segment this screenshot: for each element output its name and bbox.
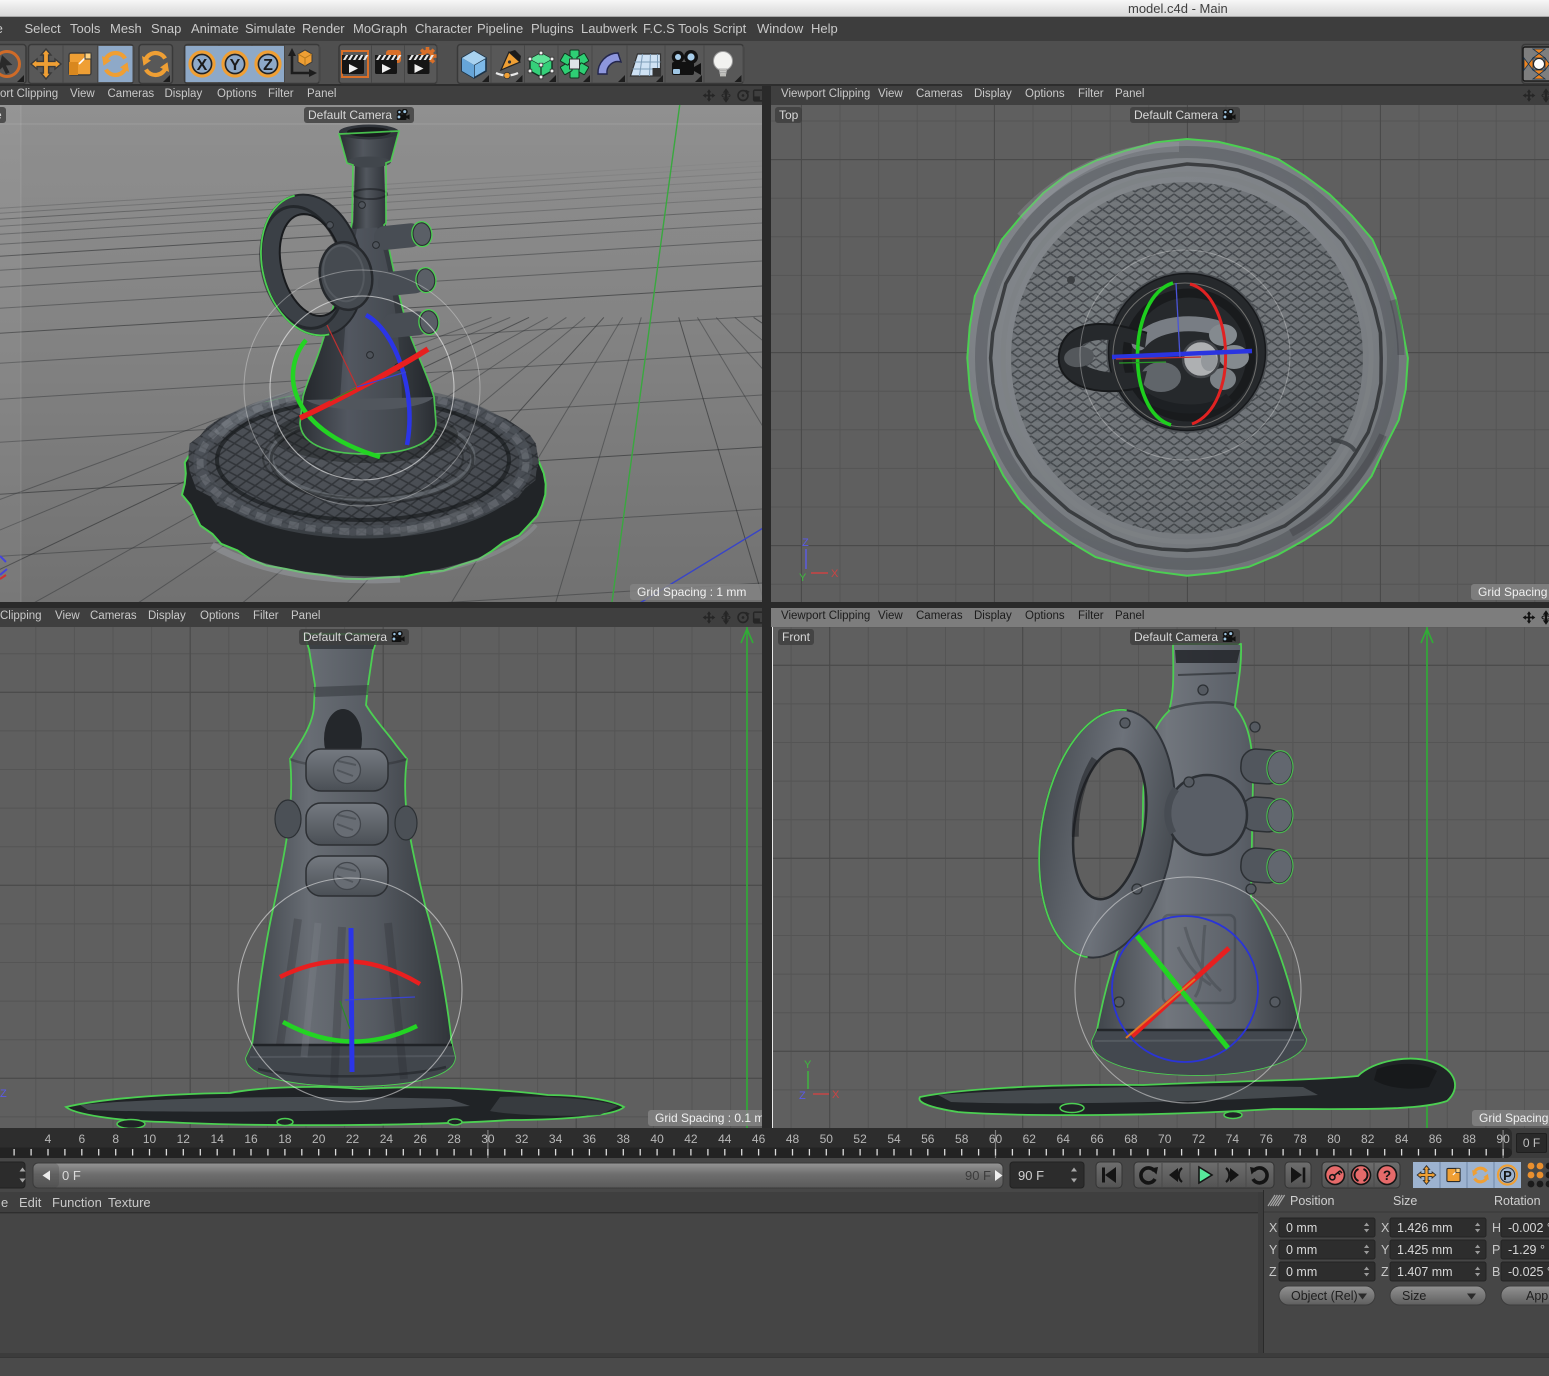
svg-text:70: 70 [1158,1132,1172,1146]
svg-text:Y: Y [1381,1243,1390,1257]
svg-text:36: 36 [583,1132,597,1146]
svg-text:58: 58 [955,1132,969,1146]
svg-text:90 F: 90 F [965,1168,991,1183]
svg-text:Z: Z [0,1088,7,1100]
svg-text:66: 66 [1090,1132,1104,1146]
svg-text:88: 88 [1463,1132,1477,1146]
svg-text:26: 26 [414,1132,428,1146]
svg-text:44: 44 [718,1132,732,1146]
svg-text:32: 32 [515,1132,529,1146]
svg-text:78: 78 [1293,1132,1307,1146]
svg-text:B: B [1492,1265,1500,1279]
svg-text:20: 20 [312,1132,326,1146]
svg-text:Y: Y [230,57,241,74]
svg-text:74: 74 [1226,1132,1240,1146]
svg-text:Z: Z [1269,1265,1277,1279]
svg-text:6: 6 [78,1132,85,1146]
svg-text:X: X [832,1089,840,1101]
svg-text:Z: Z [802,537,809,549]
svg-text:64: 64 [1057,1132,1071,1146]
svg-text:50: 50 [820,1132,834,1146]
svg-text:34: 34 [549,1132,563,1146]
svg-text:Object (Rel): Object (Rel) [1291,1289,1358,1303]
svg-text:Z: Z [263,57,273,74]
svg-text:18: 18 [278,1132,292,1146]
svg-text:80: 80 [1327,1132,1341,1146]
svg-text:Size: Size [1402,1289,1426,1303]
svg-text:68: 68 [1124,1132,1138,1146]
svg-text:0 mm: 0 mm [1286,1221,1317,1235]
svg-text:84: 84 [1395,1132,1409,1146]
svg-text:16: 16 [244,1132,258,1146]
svg-text:Z: Z [799,1090,806,1102]
svg-text:48: 48 [786,1132,800,1146]
svg-text:X: X [197,57,208,74]
svg-text:72: 72 [1192,1132,1206,1146]
svg-text:4: 4 [45,1132,52,1146]
svg-text:X: X [1269,1221,1278,1235]
svg-text:H: H [1492,1221,1501,1235]
svg-text:42: 42 [684,1132,698,1146]
svg-text:Position: Position [1290,1194,1335,1208]
svg-text:Y: Y [1269,1243,1278,1257]
svg-text:P: P [1492,1243,1500,1257]
svg-text:24: 24 [380,1132,394,1146]
svg-text:54: 54 [887,1132,901,1146]
svg-text:-0.025 °: -0.025 ° [1508,1265,1549,1279]
svg-text:-0.002 °: -0.002 ° [1508,1221,1549,1235]
svg-text:8: 8 [112,1132,119,1146]
svg-text:46: 46 [752,1132,766,1146]
svg-text:86: 86 [1429,1132,1443,1146]
svg-text:52: 52 [853,1132,867,1146]
svg-text:Rotation: Rotation [1494,1194,1541,1208]
svg-text:22: 22 [346,1132,360,1146]
svg-text:-1.29 °: -1.29 ° [1508,1243,1545,1257]
svg-text:40: 40 [650,1132,664,1146]
svg-text:Y: Y [799,572,807,584]
svg-text:1.425 mm: 1.425 mm [1397,1243,1453,1257]
svg-text:0 mm: 0 mm [1286,1265,1317,1279]
svg-text:Z: Z [1381,1265,1389,1279]
svg-text:0 mm: 0 mm [1286,1243,1317,1257]
svg-text:X: X [1381,1221,1390,1235]
svg-text:12: 12 [177,1132,191,1146]
svg-text:56: 56 [921,1132,935,1146]
svg-text:Appl: Appl [1526,1289,1549,1303]
svg-text:28: 28 [447,1132,461,1146]
svg-text:62: 62 [1023,1132,1037,1146]
svg-text:38: 38 [617,1132,631,1146]
svg-text:10: 10 [143,1132,157,1146]
svg-text:P: P [1503,1168,1512,1183]
svg-text:Size: Size [1393,1194,1417,1208]
svg-text:1.407 mm: 1.407 mm [1397,1265,1453,1279]
svg-text:Y: Y [804,1059,812,1071]
svg-text:1.426 mm: 1.426 mm [1397,1221,1453,1235]
svg-text:90 F: 90 F [1018,1168,1044,1183]
svg-text:76: 76 [1260,1132,1274,1146]
svg-text:82: 82 [1361,1132,1375,1146]
svg-text:?: ? [1383,1168,1391,1183]
svg-text:14: 14 [211,1132,225,1146]
svg-text:X: X [831,568,839,580]
svg-text:0 F: 0 F [62,1168,81,1183]
